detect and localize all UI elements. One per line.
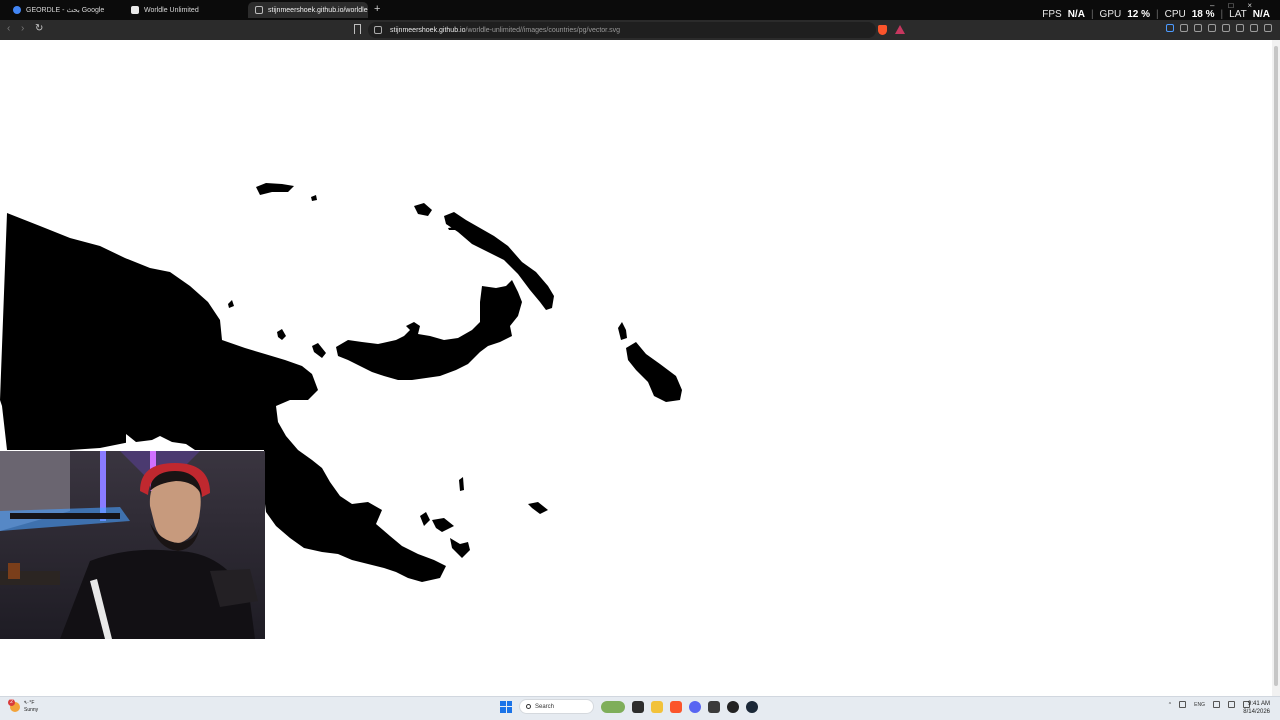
menu-icon[interactable] [1264, 24, 1272, 32]
scrollbar[interactable] [1272, 40, 1280, 696]
islet-shape [450, 538, 470, 558]
tab-label: stijnmeershoek.github.io/worldle [268, 6, 368, 14]
widget-icon[interactable] [601, 700, 625, 713]
scrollbar-thumb[interactable] [1274, 46, 1278, 686]
music-icon[interactable] [1194, 24, 1202, 32]
new-tab-button[interactable]: + [374, 4, 380, 15]
islet-shape [459, 477, 464, 491]
volume-icon[interactable] [1228, 701, 1235, 708]
buka-shape [618, 322, 627, 340]
tab-label: GEORDLE - بحث Google [26, 7, 105, 14]
windows-start-icon[interactable] [500, 700, 512, 713]
file-explorer-icon[interactable] [651, 700, 663, 713]
bougainville-shape [626, 342, 682, 402]
steam-icon[interactable] [746, 700, 758, 713]
cpu-label: CPU [1164, 9, 1186, 20]
brave-shields-icon[interactable] [878, 25, 887, 35]
weather-temp: ٩٠°F [24, 700, 35, 706]
system-tray: ^ ENG [1169, 701, 1250, 708]
globe-icon [255, 6, 263, 14]
brave-browser-icon[interactable] [670, 700, 682, 713]
address-bar[interactable]: stijnmeershoek.github.io/worldle-unlimit… [368, 22, 876, 38]
url-path: /worldle-unlimited//images/countries/pg/… [465, 26, 620, 34]
audio-icon[interactable] [1166, 24, 1174, 32]
extension-icon[interactable] [1180, 24, 1188, 32]
sidebar-icon[interactable] [1222, 24, 1230, 32]
islet-shape [420, 512, 430, 526]
webcam-feed [0, 451, 265, 639]
islet-shape [528, 502, 548, 514]
extension-icons [1166, 24, 1272, 32]
microphone-icon[interactable] [1179, 701, 1187, 708]
screenshot-icon[interactable] [1208, 24, 1216, 32]
reload-button[interactable]: ↻ [35, 23, 43, 35]
islet-shape [311, 195, 317, 201]
taskbar-search[interactable]: Search [519, 699, 594, 714]
bookmark-icon[interactable] [354, 24, 361, 34]
chevron-up-icon[interactable]: ^ [1169, 702, 1171, 708]
weather-desc: Sunny [24, 707, 39, 713]
search-icon [526, 704, 531, 709]
lat-label: LAT [1229, 9, 1247, 20]
task-view-icon[interactable] [632, 700, 644, 713]
cpu-value: 18 % [1191, 9, 1215, 20]
tab-vector-svg[interactable]: stijnmeershoek.github.io/worldle × [248, 2, 368, 18]
tab-geordle[interactable]: GEORDLE - بحث Google [6, 2, 124, 18]
divider: | [1090, 9, 1094, 20]
taskbar-apps: Search [500, 699, 758, 714]
islet-shape [432, 518, 454, 532]
calculator-icon[interactable] [708, 700, 720, 713]
webcam-overlay [0, 451, 265, 639]
fps-value: N/A [1067, 9, 1085, 20]
wallet-icon[interactable] [1236, 24, 1244, 32]
brave-rewards-icon[interactable] [895, 25, 905, 34]
islet-shape [277, 329, 286, 340]
islet-shape [228, 300, 234, 308]
back-button[interactable]: ‹ [7, 23, 10, 35]
new-hanover-shape [414, 203, 432, 216]
search-placeholder: Search [535, 703, 555, 710]
obs-icon[interactable] [727, 700, 739, 713]
site-info-icon[interactable] [374, 26, 382, 34]
performance-overlay: FPS N/A | GPU 12 % | CPU 18 % | LAT N/A [1042, 9, 1270, 20]
islet-shape [312, 343, 326, 358]
tab-label: Worldle Unlimited [144, 6, 199, 14]
divider: | [1156, 9, 1159, 20]
divider: | [1220, 9, 1224, 20]
lat-value: N/A [1252, 9, 1270, 20]
language-indicator[interactable]: ENG [1194, 702, 1205, 708]
worldle-icon [131, 6, 139, 14]
sun-icon: 2 [8, 699, 20, 712]
url-host: stijnmeershoek.github.io [390, 26, 466, 34]
tab-worldle-unlimited[interactable]: Worldle Unlimited [124, 2, 246, 18]
manus-shape [256, 183, 294, 195]
taskbar-clock[interactable]: 9:41 AM 8/14/2026 [1243, 700, 1270, 716]
clock-time: 9:41 AM [1247, 701, 1270, 707]
islet-shape [448, 227, 457, 230]
vpn-icon[interactable] [1250, 24, 1258, 32]
forward-button[interactable]: › [21, 23, 24, 35]
fps-label: FPS [1042, 9, 1062, 20]
weather-widget[interactable]: 2 ٩٠°F Sunny [8, 699, 39, 714]
notification-badge: 2 [8, 699, 15, 706]
google-icon [13, 6, 21, 14]
display-icon[interactable] [1213, 701, 1220, 708]
new-britain-shape [336, 280, 522, 380]
clock-date: 8/14/2026 [1243, 709, 1270, 715]
url-text[interactable]: stijnmeershoek.github.io/worldle-unlimit… [390, 27, 620, 34]
gpu-value: 12 % [1127, 9, 1151, 20]
discord-icon[interactable] [689, 700, 701, 713]
gpu-label: GPU [1099, 9, 1122, 20]
